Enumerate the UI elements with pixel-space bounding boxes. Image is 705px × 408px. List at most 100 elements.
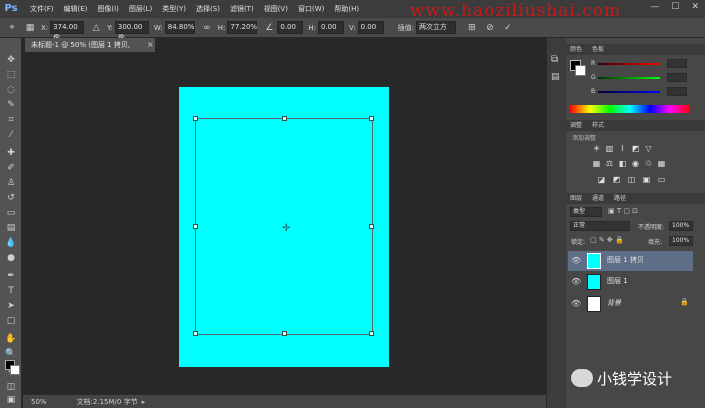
blur-tool-icon[interactable]: 💧 bbox=[4, 237, 18, 250]
channel-mixer-icon[interactable]: ♲ bbox=[644, 159, 653, 168]
y-position-field[interactable]: 300.00 像 bbox=[114, 21, 149, 42]
transform-handle-br[interactable] bbox=[369, 331, 374, 336]
vibrance-icon[interactable]: ▽ bbox=[644, 144, 653, 153]
color-bg-swatch[interactable] bbox=[575, 65, 586, 76]
fill-field[interactable]: 100% bbox=[669, 236, 693, 246]
threshold-icon[interactable]: ◫ bbox=[627, 175, 636, 184]
lock-icons[interactable]: ▢ ✎ ✥ 🔒 bbox=[590, 236, 624, 244]
stamp-tool-icon[interactable]: ♙ bbox=[4, 177, 18, 190]
history-panel-icon[interactable]: ⧉ bbox=[551, 54, 558, 65]
brush-tool-icon[interactable]: ✐ bbox=[4, 162, 18, 175]
eyedropper-tool-icon[interactable]: ⁄ bbox=[4, 129, 18, 142]
menu-select[interactable]: 选择(S) bbox=[196, 4, 220, 14]
menu-help[interactable]: 帮助(H) bbox=[334, 4, 359, 14]
interp-select[interactable]: 两次立方 bbox=[415, 21, 456, 34]
layer-row[interactable]: 👁 图层 1 bbox=[568, 272, 693, 292]
pen-tool-icon[interactable]: ✒ bbox=[4, 270, 18, 283]
menu-view[interactable]: 视图(V) bbox=[264, 4, 288, 14]
r-value-field[interactable] bbox=[667, 59, 687, 68]
path-select-tool-icon[interactable]: ➤ bbox=[4, 300, 18, 313]
g-value-field[interactable] bbox=[667, 73, 687, 82]
height-field[interactable]: 77.20% bbox=[227, 21, 258, 34]
lasso-tool-icon[interactable]: ◌ bbox=[4, 84, 18, 97]
transform-handle-r[interactable] bbox=[369, 224, 374, 229]
screen-mode-icon[interactable]: ▣ bbox=[4, 394, 18, 407]
tab-paths[interactable]: 路径 bbox=[614, 193, 626, 204]
gradient-tool-icon[interactable]: ▤ bbox=[4, 222, 18, 235]
status-menu-icon[interactable]: ▸ bbox=[142, 398, 146, 406]
tab-styles[interactable]: 样式 bbox=[592, 120, 604, 131]
quick-mask-icon[interactable]: ◫ bbox=[4, 381, 18, 394]
hand-tool-icon[interactable]: ✋ bbox=[4, 333, 18, 346]
transform-tool-icon[interactable]: ⌖ bbox=[6, 22, 18, 34]
background-color-swatch[interactable] bbox=[10, 365, 20, 375]
photo-filter-icon[interactable]: ◉ bbox=[631, 159, 640, 168]
menu-file[interactable]: 文件(F) bbox=[30, 4, 54, 14]
transform-handle-b[interactable] bbox=[282, 331, 287, 336]
tab-channels[interactable]: 通道 bbox=[592, 193, 604, 204]
rotate-field[interactable]: 0.00 bbox=[277, 21, 304, 34]
selective-color-icon[interactable]: ▣ bbox=[642, 175, 651, 184]
transform-handle-t[interactable] bbox=[282, 116, 287, 121]
dodge-tool-icon[interactable]: ● bbox=[4, 252, 18, 265]
transform-handle-tl[interactable] bbox=[193, 116, 198, 121]
r-slider[interactable] bbox=[598, 63, 660, 65]
exposure-icon[interactable]: ◩ bbox=[631, 144, 640, 153]
invert-icon[interactable]: ◪ bbox=[597, 175, 606, 184]
reference-point-icon[interactable]: ▦ bbox=[24, 22, 36, 34]
marquee-tool-icon[interactable]: ⬚ bbox=[4, 69, 18, 82]
layer-name[interactable]: 图层 1 bbox=[607, 276, 628, 286]
tab-layers[interactable]: 图层 bbox=[570, 193, 582, 204]
g-slider[interactable] bbox=[598, 77, 660, 79]
crop-tool-icon[interactable]: ⌗ bbox=[4, 114, 18, 127]
menu-layer[interactable]: 图层(L) bbox=[129, 4, 152, 14]
menu-window[interactable]: 窗口(W) bbox=[298, 4, 324, 14]
transform-handle-l[interactable] bbox=[193, 224, 198, 229]
menu-edit[interactable]: 编辑(E) bbox=[64, 4, 88, 14]
levels-icon[interactable]: ▥ bbox=[605, 144, 614, 153]
tab-adjustments[interactable]: 调整 bbox=[570, 120, 582, 131]
healing-tool-icon[interactable]: ✚ bbox=[4, 147, 18, 160]
zoom-level[interactable]: 50% bbox=[31, 398, 47, 406]
type-tool-icon[interactable]: T bbox=[4, 285, 18, 298]
v-skew-field[interactable]: 0.00 bbox=[357, 21, 384, 34]
brightness-icon[interactable]: ☀ bbox=[592, 144, 601, 153]
gradient-map-icon[interactable]: ▭ bbox=[657, 175, 666, 184]
layer-kind-filter[interactable]: 类型 bbox=[570, 207, 602, 217]
menu-type[interactable]: 类型(Y) bbox=[162, 4, 186, 14]
blend-mode-select[interactable]: 正常 bbox=[570, 221, 630, 231]
maximize-button[interactable]: ☐ bbox=[671, 2, 679, 12]
transform-handle-tr[interactable] bbox=[369, 116, 374, 121]
color-balance-icon[interactable]: ⚖ bbox=[605, 159, 614, 168]
document-tab[interactable]: 未标题-1 @ 50% (图层 1 拷贝, RGB/8) * bbox=[25, 38, 155, 63]
layer-name[interactable]: 图层 1 拷贝 bbox=[607, 255, 644, 265]
move-tool-icon[interactable]: ✥ bbox=[4, 54, 18, 67]
color-spectrum[interactable] bbox=[570, 105, 690, 113]
commit-transform-icon[interactable]: ✓ bbox=[502, 22, 514, 34]
layer-row[interactable]: 👁 背景 🔒 bbox=[568, 294, 693, 314]
h-skew-field[interactable]: 0.00 bbox=[318, 21, 344, 34]
x-position-field[interactable]: 374.00 像 bbox=[50, 21, 85, 42]
color-lookup-icon[interactable]: ▦ bbox=[657, 159, 666, 168]
menu-filter[interactable]: 滤镜(T) bbox=[230, 4, 254, 14]
hue-sat-icon[interactable]: ▦ bbox=[592, 159, 601, 168]
link-icon[interactable]: ∞ bbox=[201, 22, 213, 34]
eraser-tool-icon[interactable]: ▭ bbox=[4, 207, 18, 220]
tab-color[interactable]: 颜色 bbox=[570, 44, 582, 55]
opacity-field[interactable]: 100% bbox=[669, 221, 693, 231]
bw-icon[interactable]: ◧ bbox=[618, 159, 627, 168]
tab-swatches[interactable]: 色板 bbox=[592, 44, 604, 55]
layer-name[interactable]: 背景 bbox=[607, 298, 621, 308]
visibility-eye-icon[interactable]: 👁 bbox=[571, 299, 581, 308]
transform-center-icon[interactable]: ✛ bbox=[282, 223, 290, 234]
b-value-field[interactable] bbox=[667, 87, 687, 96]
minimize-button[interactable]: — bbox=[650, 2, 659, 12]
posterize-icon[interactable]: ◩ bbox=[612, 175, 621, 184]
visibility-eye-icon[interactable]: 👁 bbox=[571, 277, 581, 286]
filter-icons[interactable]: ▣ T ▢ ⊡ bbox=[608, 207, 638, 215]
layer-row[interactable]: 👁 图层 1 拷贝 bbox=[568, 251, 693, 271]
curves-icon[interactable]: ⌇ bbox=[618, 144, 627, 153]
visibility-eye-icon[interactable]: 👁 bbox=[571, 256, 581, 265]
transform-handle-bl[interactable] bbox=[193, 331, 198, 336]
warp-icon[interactable]: ⊞ bbox=[466, 22, 478, 34]
